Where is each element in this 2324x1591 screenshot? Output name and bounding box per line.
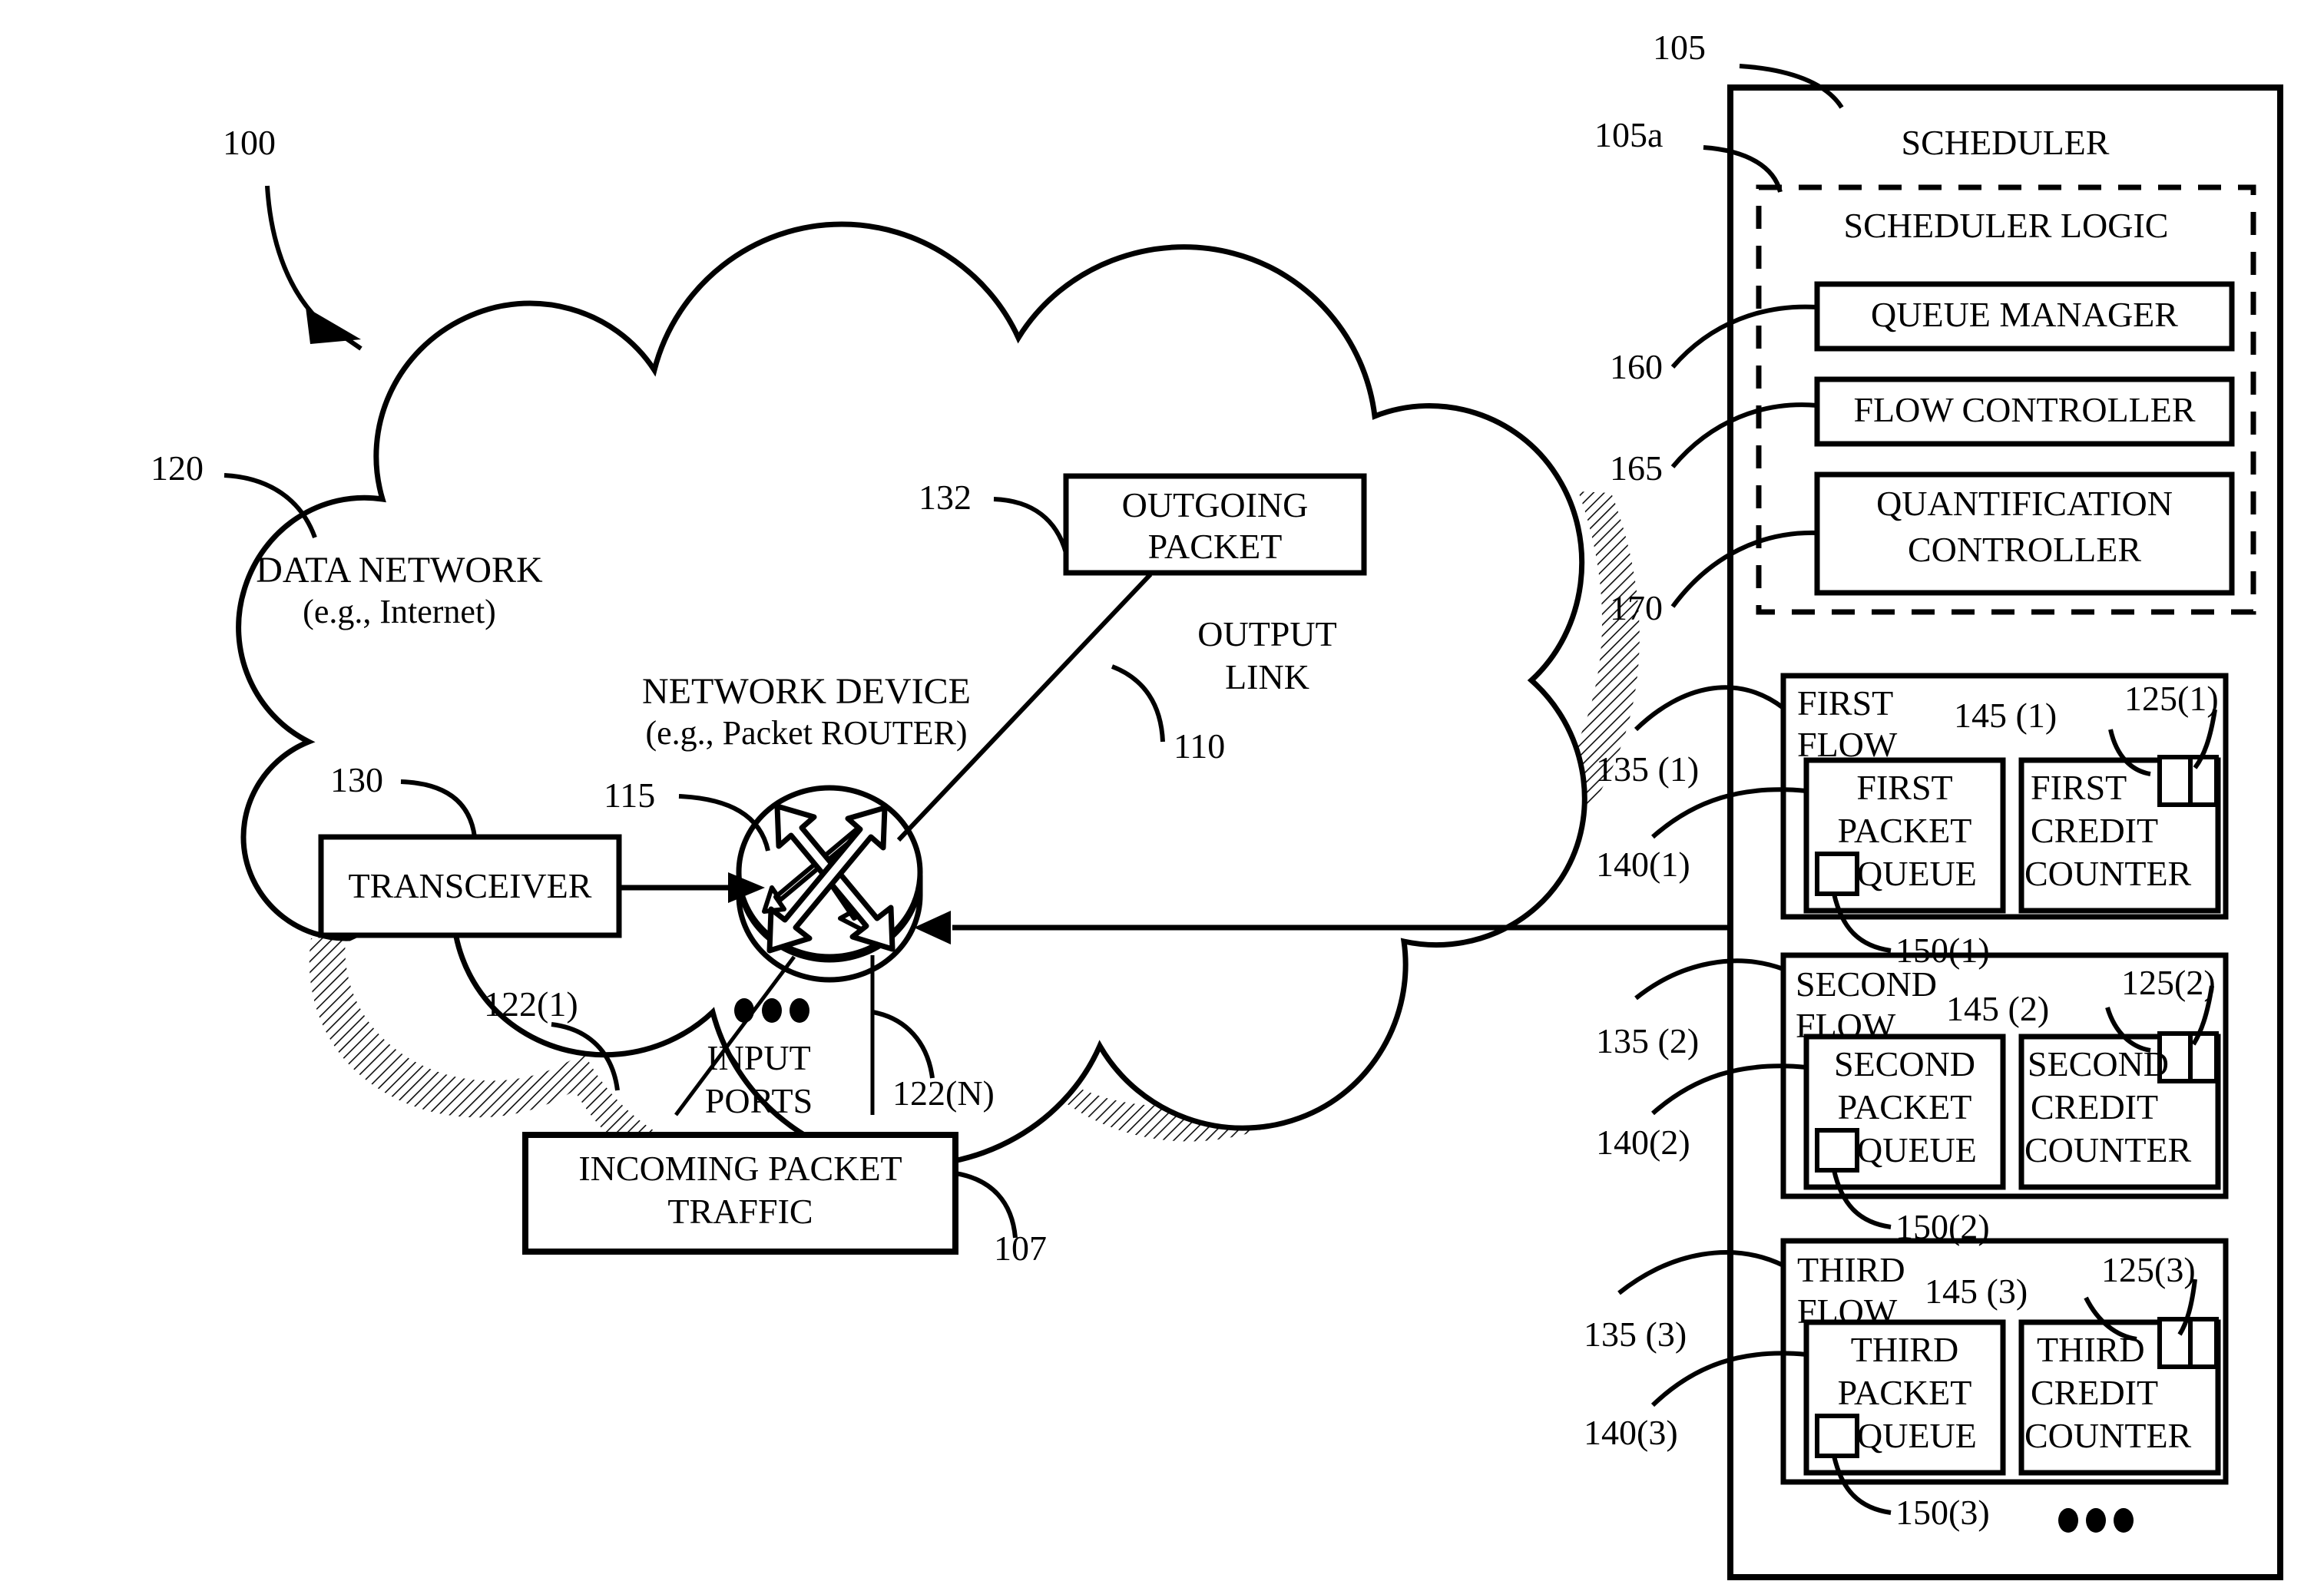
network-device-label-line2: (e.g., Packet ROUTER) xyxy=(645,714,968,752)
second-credit-counter-line2: CREDIT xyxy=(2031,1087,2159,1126)
first-queue-marker-square xyxy=(1815,852,1859,896)
ref-leader-170 xyxy=(1670,530,1818,608)
quantification-controller-label-line2: CONTROLLER xyxy=(1907,530,2142,569)
first-flow-title-line1: FIRST xyxy=(1797,683,1894,723)
first-counter-ref-125-1: 125(1) xyxy=(2124,679,2219,718)
output-link-ref-110: 110 xyxy=(1174,726,1226,766)
router-icon xyxy=(736,785,923,983)
transceiver-ref-130: 130 xyxy=(330,760,383,799)
scheduler-logic-ref-105a: 105a xyxy=(1594,115,1664,154)
third-flow-ref-135-3: 135 (3) xyxy=(1584,1315,1687,1354)
third-packet-queue-line3: QUEUE xyxy=(1857,1416,1977,1455)
ref-165: 165 xyxy=(1610,448,1663,488)
second-queue-ref-140-2: 140(2) xyxy=(1596,1123,1690,1162)
figure-ref-arrowhead-100 xyxy=(306,307,361,344)
input-port-ref-122-1: 122(1) xyxy=(484,984,578,1024)
incoming-traffic-label-line2: TRAFFIC xyxy=(667,1192,813,1231)
first-flow-ref-135-1: 135 (1) xyxy=(1596,749,1700,789)
second-counter-ref-125-2: 125(2) xyxy=(2121,963,2216,1002)
input-ports-label-line1: INPUT xyxy=(707,1038,811,1077)
second-packet-queue-line1: SECOND xyxy=(1833,1044,1976,1083)
third-queue-ref-140-3: 140(3) xyxy=(1584,1413,1678,1452)
data-network-label-line1: DATA NETWORK xyxy=(256,550,543,590)
output-link-label-line2: LINK xyxy=(1225,657,1309,696)
cloud-ref-120: 120 xyxy=(151,448,204,488)
second-packet-queue-line2: PACKET xyxy=(1837,1087,1972,1126)
ref-leader-160 xyxy=(1670,304,1818,369)
input-ports-ellipsis-icon xyxy=(734,998,809,1023)
flow-controller-label: FLOW CONTROLLER xyxy=(1853,390,2196,429)
first-credit-counter-line1: FIRST xyxy=(2031,768,2127,807)
scheduler-title: SCHEDULER xyxy=(1901,123,2110,162)
router-ref-115: 115 xyxy=(604,776,656,815)
third-queue-inner-ref-145-3: 145 (3) xyxy=(1925,1272,2028,1311)
second-packet-queue-line3: QUEUE xyxy=(1857,1130,1977,1169)
ref-leader-135-1 xyxy=(1634,685,1785,732)
network-device-label-line1: NETWORK DEVICE xyxy=(642,671,971,712)
transceiver-label: TRANSCEIVER xyxy=(348,866,592,905)
input-ports-label-line2: PORTS xyxy=(704,1081,813,1120)
output-link-label-line1: OUTPUT xyxy=(1197,614,1337,653)
third-packet-queue-line2: PACKET xyxy=(1837,1373,1972,1412)
second-credit-counter-line1: SECOND xyxy=(2028,1044,2170,1083)
first-queue-inner-ref-145-1: 145 (1) xyxy=(1954,696,2058,735)
patent-figure-page: 100 120 DATA NETWORK (e.g., Internet) NE… xyxy=(0,0,2324,1591)
more-flows-ellipsis-icon xyxy=(2058,1508,2134,1533)
outgoing-packet-label-line2: PACKET xyxy=(1147,527,1283,566)
ref-leader-135-2 xyxy=(1634,958,1785,1001)
second-queue-inner-ref-145-2: 145 (2) xyxy=(1946,989,2050,1028)
third-counter-ref-125-3: 125(3) xyxy=(2101,1250,2196,1289)
data-network-label-line2: (e.g., Internet) xyxy=(303,593,496,630)
second-credit-counter-line3: COUNTER xyxy=(2024,1130,2192,1169)
scheduler-logic-title: SCHEDULER LOGIC xyxy=(1843,206,2169,245)
first-credit-counter-line3: COUNTER xyxy=(2024,854,2192,893)
ref-160: 160 xyxy=(1610,347,1663,386)
outgoing-packet-label-line1: OUTGOING xyxy=(1121,485,1309,524)
third-packet-queue-line1: THIRD xyxy=(1850,1330,1959,1369)
first-packet-queue-line2: PACKET xyxy=(1837,811,1972,850)
quantification-controller-label-line1: QUANTIFICATION xyxy=(1876,484,2173,523)
third-credit-counter-line1: THIRD xyxy=(2037,1330,2145,1369)
third-credit-counter-line3: COUNTER xyxy=(2024,1416,2192,1455)
queue-manager-label: QUEUE MANAGER xyxy=(1871,295,2178,334)
third-credit-counter-line2: CREDIT xyxy=(2031,1373,2159,1412)
ref-leader-165 xyxy=(1670,402,1818,468)
figure-ref-100: 100 xyxy=(223,123,276,162)
first-queue-ref-140-1: 140(1) xyxy=(1596,845,1690,884)
incoming-traffic-label-line1: INCOMING PACKET xyxy=(578,1149,902,1188)
first-credit-counter-line2: CREDIT xyxy=(2031,811,2159,850)
ref-leader-135-3 xyxy=(1617,1250,1785,1295)
third-queue-marker-ref-150-3: 150(3) xyxy=(1895,1493,1990,1532)
incoming-traffic-ref-107: 107 xyxy=(994,1229,1047,1268)
input-port-ref-122-n: 122(N) xyxy=(892,1073,995,1113)
second-queue-marker-ref-150-2: 150(2) xyxy=(1895,1207,1990,1246)
second-queue-marker-square xyxy=(1815,1128,1859,1173)
third-queue-marker-square xyxy=(1815,1414,1859,1458)
first-packet-queue-line1: FIRST xyxy=(1856,768,1953,807)
outgoing-packet-ref-132: 132 xyxy=(919,478,972,517)
scheduler-ref-105: 105 xyxy=(1653,28,1706,67)
ref-170: 170 xyxy=(1610,588,1663,627)
first-flow-title-line2: FLOW xyxy=(1797,725,1898,764)
first-packet-queue-line3: QUEUE xyxy=(1857,854,1977,893)
second-flow-ref-135-2: 135 (2) xyxy=(1596,1021,1700,1060)
